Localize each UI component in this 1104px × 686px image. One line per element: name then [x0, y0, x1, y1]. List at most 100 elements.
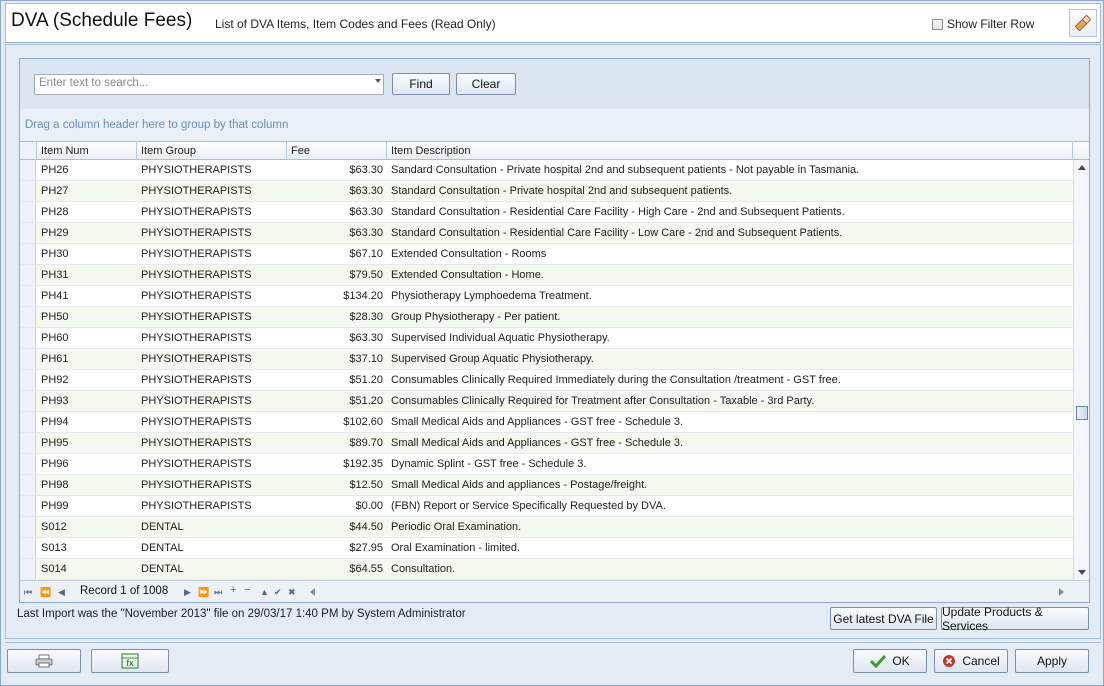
row-indicator[interactable] [20, 433, 36, 453]
last-page-icon[interactable]: ⏭ [214, 587, 222, 597]
print-button[interactable] [7, 649, 81, 673]
clear-button[interactable]: Clear [456, 73, 516, 95]
row-indicator[interactable] [20, 496, 36, 516]
table-row[interactable]: PH41 PHYSIOTHERAPISTS $134.20 Physiotherapy… [20, 286, 1073, 307]
item-description-cell: Small Medical Aids and appliances - Post… [391, 479, 648, 491]
row-indicator[interactable] [20, 202, 36, 222]
item-num-cell: PH27 [41, 185, 69, 197]
item-group-cell: PHYSIOTHERAPISTS [141, 437, 252, 449]
append-record-icon[interactable]: + [230, 585, 236, 596]
next-record-icon[interactable]: ▶ [184, 587, 191, 597]
ok-button[interactable]: OK [853, 649, 927, 673]
column-header-fee[interactable]: Fee [287, 142, 387, 159]
update-products-services-button[interactable]: Update Products & Services [941, 605, 1089, 633]
delete-record-icon[interactable]: − [244, 585, 250, 596]
row-indicator[interactable] [20, 538, 36, 558]
item-num-cell: PH99 [41, 500, 69, 512]
item-num-cell: PH61 [41, 353, 69, 365]
item-num-cell: S012 [41, 521, 67, 533]
table-row[interactable]: PH99 PHYSIOTHERAPISTS $0.00 (FBN) Report or… [20, 496, 1073, 517]
table-row[interactable]: PH29 PHYSIOTHERAPISTS $63.30 Standard Consu… [20, 223, 1073, 244]
row-indicator[interactable] [20, 349, 36, 369]
show-filter-row-checkbox[interactable] [932, 18, 943, 30]
item-description-cell: Small Medical Aids and Appliances - GST … [391, 437, 684, 449]
last-import-status: Last Import was the "November 2013" file… [17, 608, 466, 620]
item-description-cell: Oral Examination - limited. [391, 542, 520, 554]
show-filter-row-toggle[interactable]: Show Filter Row [932, 17, 1034, 31]
row-indicator[interactable] [20, 307, 36, 327]
cancel-button[interactable]: Cancel [934, 649, 1008, 673]
fee-cell: $12.50 [349, 479, 383, 491]
fee-cell: $89.70 [349, 437, 383, 449]
table-row[interactable]: PH92 PHYSIOTHERAPISTS $51.20 Consumables Cl… [20, 370, 1073, 391]
item-group-cell: PHYSIOTHERAPISTS [141, 500, 252, 512]
previous-record-icon[interactable]: ◀ [58, 587, 65, 597]
item-description-cell: Standard Consultation - Residential Care… [391, 206, 845, 218]
data-navigator: ⏮ ⏪ ◀ Record 1 of 1008 ▶ ⏩ ⏭ + − ▲ ✔ ✖ [20, 580, 1089, 602]
main-panel: Enter text to search... Find Clear Drag … [5, 44, 1101, 639]
table-row[interactable]: PH96 PHYSIOTHERAPISTS $192.35 Dynamic Splin… [20, 454, 1073, 475]
scroll-down-icon[interactable] [1078, 570, 1086, 575]
row-indicator[interactable] [20, 454, 36, 474]
table-row[interactable]: PH50 PHYSIOTHERAPISTS $28.30 Group Physioth… [20, 307, 1073, 328]
column-header-item-num[interactable]: Item Num [37, 142, 137, 159]
fee-cell: $51.20 [349, 374, 383, 386]
column-header-row: Item Num Item Group Fee Item Description [20, 141, 1089, 160]
item-group-cell: PHYSIOTHERAPISTS [141, 227, 252, 239]
find-button[interactable]: Find [392, 73, 450, 95]
row-indicator[interactable] [20, 475, 36, 495]
table-row[interactable]: PH61 PHYSIOTHERAPISTS $37.10 Supervised Gro… [20, 349, 1073, 370]
table-row[interactable]: PH60 PHYSIOTHERAPISTS $63.30 Supervised Ind… [20, 328, 1073, 349]
horizontal-scrollbar[interactable] [304, 586, 1070, 598]
row-indicator[interactable] [20, 391, 36, 411]
row-indicator[interactable] [20, 370, 36, 390]
export-excel-button[interactable]: fx [91, 649, 169, 673]
row-indicator[interactable] [20, 328, 36, 348]
previous-page-icon[interactable]: ⏪ [40, 587, 51, 597]
row-indicator[interactable] [20, 286, 36, 306]
group-by-panel[interactable]: Drag a column header here to group by th… [20, 109, 1089, 141]
row-indicator[interactable] [20, 223, 36, 243]
table-row[interactable]: PH31 PHYSIOTHERAPISTS $79.50 Extended Consu… [20, 265, 1073, 286]
table-row[interactable]: PH93 PHYSIOTHERAPISTS $51.20 Consumables Cl… [20, 391, 1073, 412]
table-row[interactable]: PH28 PHYSIOTHERAPISTS $63.30 Standard Consu… [20, 202, 1073, 223]
table-row[interactable]: PH95 PHYSIOTHERAPISTS $89.70 Small Medical … [20, 433, 1073, 454]
row-indicator[interactable] [20, 265, 36, 285]
fee-cell: $51.20 [349, 395, 383, 407]
fee-cell: $64.55 [349, 563, 383, 575]
apply-button[interactable]: Apply [1015, 649, 1089, 673]
table-row[interactable]: S014 DENTAL $64.55 Consultation. [20, 559, 1073, 580]
next-page-icon[interactable]: ⏩ [198, 587, 209, 597]
row-indicator[interactable] [20, 559, 36, 579]
row-indicator[interactable] [20, 412, 36, 432]
edit-record-icon[interactable]: ▲ [260, 587, 269, 597]
fee-cell: $67.10 [349, 248, 383, 260]
scroll-up-icon[interactable] [1078, 165, 1086, 170]
eraser-icon-button[interactable] [1069, 9, 1097, 37]
row-indicator[interactable] [20, 517, 36, 537]
table-row[interactable]: PH27 PHYSIOTHERAPISTS $63.30 Standard Consu… [20, 181, 1073, 202]
first-page-icon[interactable]: ⏮ [24, 587, 32, 597]
table-row[interactable]: PH98 PHYSIOTHERAPISTS $12.50 Small Medical … [20, 475, 1073, 496]
column-header-item-description[interactable]: Item Description [387, 142, 1073, 159]
table-row[interactable]: S012 DENTAL $44.50 Periodic Oral Examinatio… [20, 517, 1073, 538]
row-indicator[interactable] [20, 181, 36, 201]
item-group-cell: PHYSIOTHERAPISTS [141, 332, 252, 344]
search-input[interactable]: Enter text to search... [34, 74, 384, 95]
table-row[interactable]: PH94 PHYSIOTHERAPISTS $102.60 Small Medical… [20, 412, 1073, 433]
item-description-cell: Supervised Group Aquatic Physiotherapy. [391, 353, 594, 365]
vertical-scrollbar[interactable] [1073, 160, 1089, 580]
cancel-edit-icon[interactable]: ✖ [288, 587, 296, 597]
search-dropdown-icon[interactable] [375, 79, 381, 83]
get-latest-dva-file-button[interactable]: Get latest DVA File [830, 607, 937, 630]
fee-cell: $63.30 [349, 164, 383, 176]
item-group-cell: PHYSIOTHERAPISTS [141, 353, 252, 365]
row-indicator[interactable] [20, 160, 36, 180]
table-row[interactable]: S013 DENTAL $27.95 Oral Examination - limit… [20, 538, 1073, 559]
scrollbar-thumb[interactable] [1076, 406, 1088, 420]
table-row[interactable]: PH30 PHYSIOTHERAPISTS $67.10 Extended Consu… [20, 244, 1073, 265]
end-edit-icon[interactable]: ✔ [274, 587, 282, 597]
row-indicator[interactable] [20, 244, 36, 264]
column-header-item-group[interactable]: Item Group [137, 142, 287, 159]
table-row[interactable]: PH26 PHYSIOTHERAPISTS $63.30 Sandard Consul… [20, 160, 1073, 181]
